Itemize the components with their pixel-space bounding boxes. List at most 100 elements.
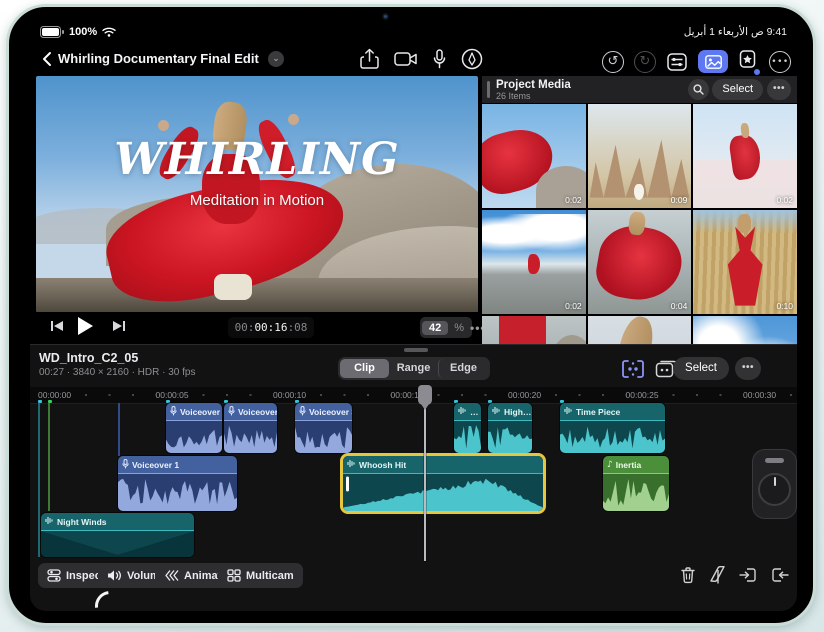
waveform-icon [492, 406, 501, 417]
timeline-clip[interactable]: High… [488, 403, 532, 453]
timeline-clip[interactable]: ♪ Inertia [603, 456, 669, 511]
inspector-icon[interactable] [666, 51, 688, 73]
zoom-value: 42 [422, 320, 449, 335]
media-thumbnail[interactable] [482, 316, 586, 344]
jog-handle-bar[interactable] [765, 458, 784, 463]
mic-icon [170, 405, 177, 418]
project-media-panel: Project Media 26 Items Select ••• 0:02 0:… [482, 76, 797, 344]
panel-drag-handle[interactable] [487, 81, 490, 98]
clip-duration: 0:04 [670, 301, 688, 311]
timeline-clip[interactable]: … [454, 403, 481, 453]
zoom-unit: % [454, 321, 465, 334]
media-thumbnail[interactable]: 0:02 [482, 210, 586, 314]
search-icon [693, 84, 704, 95]
title-chevron-down-icon[interactable]: ⌄ [268, 51, 284, 67]
paste-attributes-icon[interactable] [738, 48, 761, 76]
playback-controls: 00: 00:16:08 42 % ••• [36, 312, 485, 344]
timecode-display[interactable]: 00: 00:16:08 [228, 317, 314, 338]
clip-label: Inertia [615, 459, 642, 470]
jog-wheel[interactable] [752, 449, 797, 519]
media-item-count: 26 Items [496, 91, 531, 101]
media-thumbnail[interactable]: 0:02 [693, 104, 797, 208]
search-button[interactable] [688, 79, 709, 100]
play-button[interactable] [76, 316, 94, 336]
blade-icon[interactable] [708, 565, 728, 585]
media-thumbnail[interactable] [587, 316, 692, 344]
media-thumbnail[interactable]: 0:09 [587, 104, 692, 208]
waveform-icon [564, 406, 573, 417]
clip-marker [38, 400, 42, 403]
mic-icon[interactable] [433, 48, 446, 70]
zoom-control[interactable]: 42 % [420, 317, 473, 338]
clip-waveform [166, 420, 222, 453]
front-camera [382, 13, 389, 20]
pencil-icon[interactable] [461, 48, 483, 70]
playhead-handle[interactable] [418, 385, 432, 410]
insert-icon[interactable] [738, 565, 758, 585]
battery-percent: 100% [69, 26, 98, 38]
app-screen: 100% 9:41 ص الأربعاء 1 أبريل Whirling Do… [30, 20, 797, 611]
clip-duration: 0:10 [776, 301, 793, 311]
trash-icon[interactable] [678, 565, 698, 585]
timeline-clip[interactable]: Whoosh Hit [343, 456, 543, 511]
waveform-icon [347, 459, 356, 470]
clip-waveform [118, 473, 237, 511]
timeline-clip[interactable]: Voiceover 3 [295, 403, 352, 453]
clip-label: High… [504, 406, 532, 417]
clip-waveform [560, 420, 665, 453]
back-button[interactable] [38, 49, 58, 69]
trim-handle[interactable] [346, 476, 349, 491]
clip-label: Voiceover 2 [180, 406, 222, 417]
project-title: Whirling Documentary Final Edit [58, 51, 259, 66]
skip-back-icon[interactable] [50, 319, 64, 333]
animate-icon [165, 570, 179, 581]
clip-waveform [343, 473, 543, 511]
music-note-icon: ♪ [607, 459, 613, 470]
clip-label: Voiceover 2 [238, 406, 277, 417]
clip-duration: 0:02 [565, 195, 582, 205]
notification-dot [753, 68, 761, 76]
media-thumbnail[interactable]: 0:10 [693, 210, 797, 314]
clip-edge-line [48, 403, 50, 511]
video-viewer[interactable]: WHIRLING Meditation in Motion [36, 76, 478, 312]
clip-duration: 0:09 [670, 195, 688, 205]
undo-icon[interactable]: ↺ [602, 50, 624, 73]
media-grid: 0:02 0:09 0:02 0:02 0:04 0:10 [482, 104, 797, 344]
redo-icon[interactable]: ↻ [634, 50, 656, 73]
title-overlay: WHIRLING Meditation in Motion [36, 134, 478, 210]
more-icon[interactable]: ••• [769, 50, 791, 73]
clip-waveform [603, 473, 669, 511]
audio-fade [41, 531, 194, 557]
media-browser-button[interactable] [698, 50, 728, 73]
skip-forward-icon[interactable] [112, 319, 126, 333]
waveform-icon [458, 406, 467, 417]
timeline-clip[interactable]: Voiceover 2 [166, 403, 222, 453]
playhead-line[interactable] [424, 387, 426, 561]
timeline-clip[interactable]: Voiceover 1 [118, 456, 237, 511]
timeline-clip[interactable]: Voiceover 2 [224, 403, 277, 453]
timeline-section: WD_Intro_C2_05 00:27 · 3840 × 2160 · HDR… [30, 344, 797, 611]
clip-label: … [470, 406, 479, 417]
timeline-clip[interactable]: Night Winds [41, 513, 194, 557]
media-select-button[interactable]: Select [712, 79, 763, 100]
clip-duration: 0:02 [776, 195, 793, 205]
multicam-button[interactable]: Multicam [218, 563, 303, 588]
clip-waveform [454, 420, 481, 453]
clip-duration: 0:02 [565, 301, 582, 311]
media-thumbnail[interactable] [693, 316, 797, 344]
clip-waveform [224, 420, 277, 453]
media-thumbnail[interactable]: 0:02 [482, 104, 586, 208]
video-title: WHIRLING [114, 134, 400, 185]
multicam-label: Multicam [246, 569, 294, 582]
video-camera-icon[interactable] [394, 50, 418, 68]
battery-icon [40, 26, 64, 38]
append-icon[interactable] [770, 565, 790, 585]
volume-icon [108, 570, 121, 581]
media-more-button[interactable]: ••• [767, 79, 791, 100]
clip-waveform [488, 420, 532, 453]
clip-marker [48, 400, 52, 403]
share-icon[interactable] [360, 48, 379, 70]
jog-dial[interactable] [758, 473, 791, 506]
media-thumbnail[interactable]: 0:04 [587, 210, 692, 314]
timeline-clip[interactable]: Time Piece [560, 403, 665, 453]
